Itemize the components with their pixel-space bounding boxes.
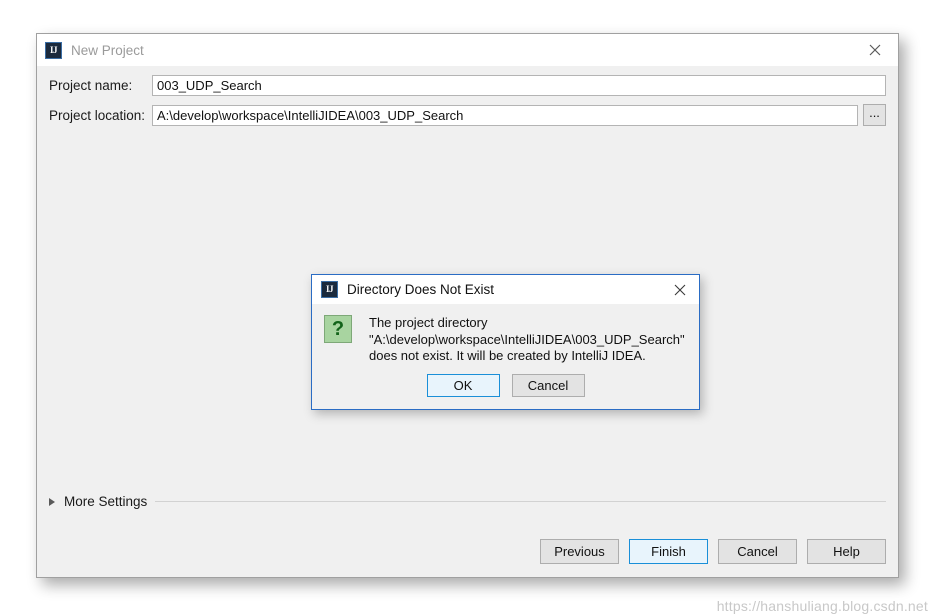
close-icon[interactable] [852, 34, 898, 66]
page-title: New Project [71, 42, 144, 58]
more-settings-section: More Settings [49, 494, 886, 509]
project-location-input[interactable]: A:\develop\workspace\IntelliJIDEA\003_UD… [152, 104, 858, 126]
dialog-button-bar: Previous Finish Cancel Help [540, 539, 886, 564]
project-location-row: Project location: A:\develop\workspace\I… [49, 104, 886, 126]
project-form: Project name: 003_UDP_Search Project loc… [37, 66, 898, 126]
browse-folder-button[interactable]: ... [863, 104, 886, 126]
chevron-right-icon [49, 497, 55, 506]
project-name-row: Project name: 003_UDP_Search [49, 75, 886, 96]
project-name-label: Project name: [49, 78, 133, 93]
new-project-window: IJ New Project Project name: 003_UDP_Sea… [36, 33, 899, 578]
more-settings-toggle[interactable]: More Settings [49, 494, 147, 509]
help-button[interactable]: Help [807, 539, 886, 564]
dialog-title: Directory Does Not Exist [347, 282, 495, 297]
project-location-label: Project location: [49, 107, 146, 123]
dialog-action-buttons: OK Cancel [312, 374, 699, 397]
window-title-bar: IJ New Project [37, 34, 898, 66]
close-icon[interactable] [661, 275, 699, 304]
finish-button[interactable]: Finish [629, 539, 708, 564]
dialog-message: The project directory "A:\develop\worksp… [369, 315, 685, 363]
directory-does-not-exist-dialog: IJ Directory Does Not Exist ? The projec… [311, 274, 700, 410]
section-divider [155, 501, 886, 502]
intellij-idea-logo-icon: IJ [321, 281, 338, 298]
dialog-title-bar: IJ Directory Does Not Exist [312, 275, 699, 304]
watermark-text: https://hanshuliang.blog.csdn.net [716, 598, 928, 614]
dialog-body: ? The project directory "A:\develop\work… [312, 304, 699, 365]
cancel-button[interactable]: Cancel [511, 374, 585, 397]
project-name-input[interactable]: 003_UDP_Search [152, 75, 886, 96]
more-settings-label: More Settings [64, 494, 148, 509]
question-icon: ? [324, 315, 352, 343]
cancel-button[interactable]: Cancel [718, 539, 797, 564]
intellij-idea-logo-icon: IJ [45, 41, 62, 59]
ok-button[interactable]: OK [426, 374, 500, 397]
previous-button[interactable]: Previous [540, 539, 619, 564]
